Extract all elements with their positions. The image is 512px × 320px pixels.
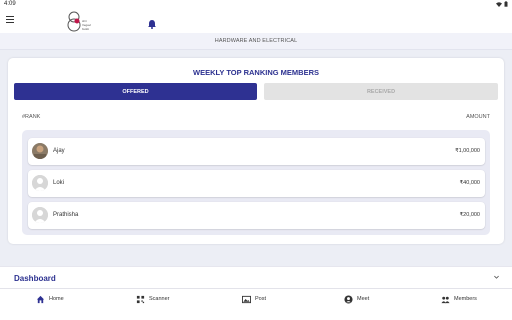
member-name: Loki: [53, 180, 65, 186]
brand-logo: shri Vegavi buikti: [66, 10, 110, 32]
home-icon: [36, 295, 45, 303]
nav-meet[interactable]: Meet: [344, 293, 369, 305]
default-avatar-icon: [32, 207, 48, 223]
members-icon: [441, 296, 450, 303]
nav-scanner[interactable]: Scanner: [136, 293, 170, 305]
wifi-icon: [496, 1, 502, 7]
status-bar: 4:09: [0, 0, 512, 9]
image-icon: [242, 295, 251, 303]
member-name: Prathisha: [53, 212, 79, 218]
dashboard-section[interactable]: Dashboard: [0, 266, 512, 288]
nav-post-label: Post: [255, 296, 267, 302]
status-time: 4:09: [4, 1, 16, 7]
nav-members-label: Members: [454, 296, 477, 302]
member-avatar: [32, 143, 48, 159]
member-row[interactable]: Loki ₹40,000: [28, 170, 485, 197]
category-title: HARDWARE AND ELECTRICAL: [214, 38, 298, 44]
ranking-card: WEEKLY TOP RANKING MEMBERS OFFERED RECEI…: [8, 58, 504, 244]
member-row[interactable]: Prathisha ₹20,000: [28, 202, 485, 229]
system-navigation-bar: [0, 308, 512, 320]
amount-column-header: AMOUNT: [466, 114, 490, 120]
battery-icon: [504, 1, 508, 7]
member-amount: ₹40,000: [459, 180, 480, 186]
ranking-title: WEEKLY TOP RANKING MEMBERS: [193, 68, 319, 77]
nav-scanner-label: Scanner: [149, 296, 170, 302]
tab-received[interactable]: RECEIVED: [264, 83, 498, 100]
member-row[interactable]: Ajay ₹1,00,000: [28, 138, 485, 165]
chevron-down-icon[interactable]: [493, 274, 500, 281]
app-bar: shri Vegavi buikti: [0, 9, 512, 33]
member-name: Ajay: [53, 148, 65, 154]
nav-post[interactable]: Post: [242, 293, 266, 305]
system-icons: [496, 1, 508, 7]
rank-column-header: #RANK: [22, 114, 41, 120]
notification-bell-icon[interactable]: [147, 16, 157, 29]
member-amount: ₹1,00,000: [455, 148, 480, 154]
nav-meet-label: Meet: [357, 296, 370, 302]
tab-offered[interactable]: OFFERED: [14, 83, 257, 100]
member-amount: ₹20,000: [459, 212, 480, 218]
members-list: Ajay ₹1,00,000 Loki ₹40,000 Prathisha ₹2…: [22, 130, 490, 235]
default-avatar-icon: [32, 175, 48, 191]
nav-home-label: Home: [49, 296, 64, 302]
dashboard-label: Dashboard: [14, 274, 56, 283]
nav-home[interactable]: Home: [36, 293, 64, 305]
svg-text:buikti: buikti: [82, 27, 89, 31]
meet-icon: [344, 294, 353, 304]
nav-members[interactable]: Members: [441, 293, 477, 305]
qr-icon: [136, 295, 145, 303]
category-bar: HARDWARE AND ELECTRICAL: [0, 33, 512, 50]
bottom-navigation: Home Scanner Post Meet Members: [0, 288, 512, 308]
menu-icon[interactable]: [6, 16, 14, 24]
